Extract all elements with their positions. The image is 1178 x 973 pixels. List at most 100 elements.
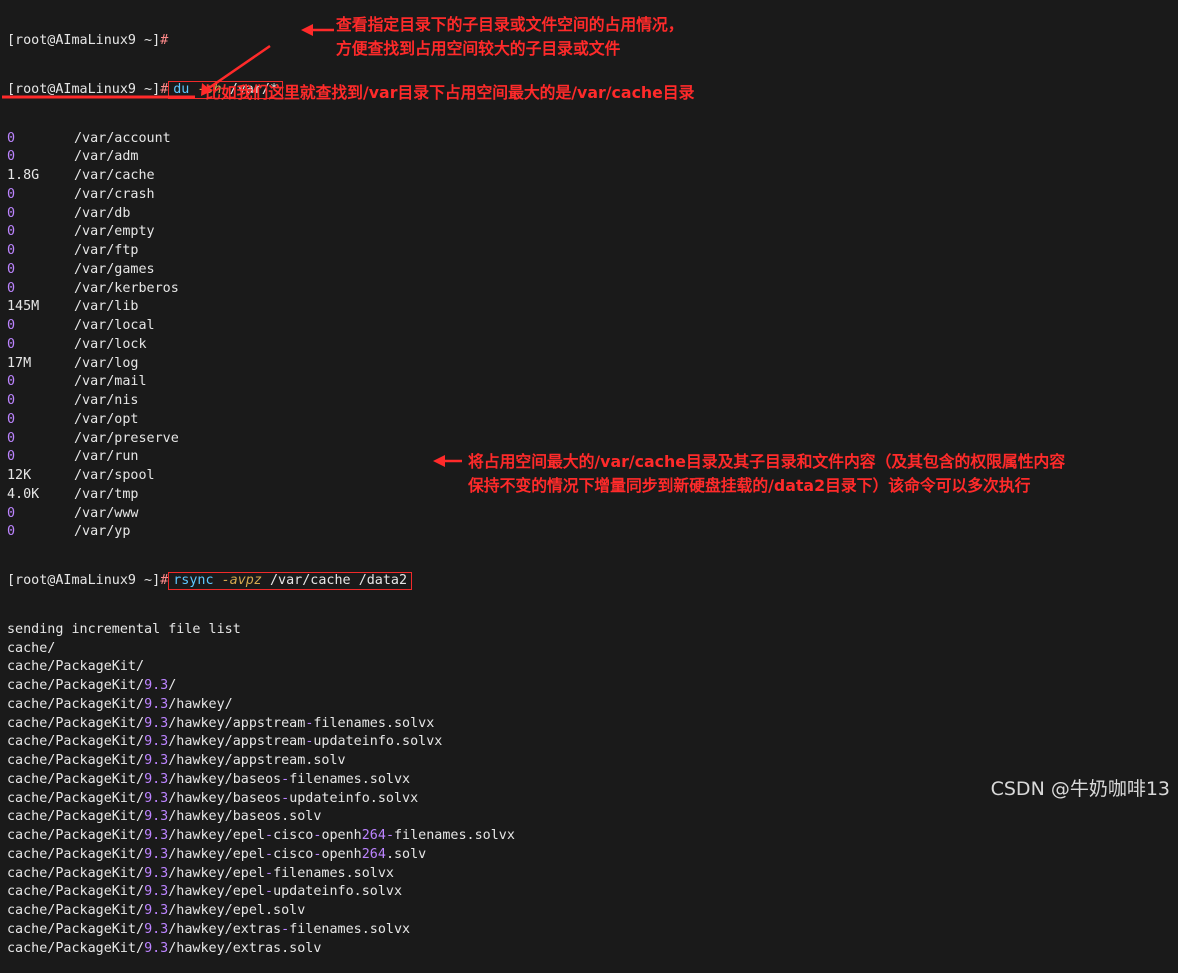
du-command-arg: /var/* — [229, 81, 279, 97]
du-size: 145M — [7, 299, 40, 315]
du-output-row: 0/var/ftp — [7, 242, 1178, 261]
du-output: 0/var/account 0/var/adm 1.8G/var/cache 0/va… — [7, 130, 1178, 543]
du-size: 0 — [7, 524, 16, 540]
du-output-row: 0/var/run — [7, 448, 1178, 467]
du-size: 4.0K — [7, 486, 40, 502]
rsync-output-line: cache/PackageKit/9.3/hawkey/extras-filen… — [7, 921, 411, 937]
du-size: 0 — [7, 205, 16, 221]
du-output-row: 0/var/account — [7, 130, 1178, 149]
du-path: /var/lib — [74, 299, 139, 315]
rsync-output-line: cache/PackageKit/9.3/hawkey/epel-cisco-o… — [7, 846, 427, 862]
rsync-output-line: cache/ — [7, 640, 56, 656]
du-size: 1.8G — [7, 168, 40, 183]
du-command-flag: -sh — [197, 81, 222, 97]
du-output-row: 0/var/mail — [7, 373, 1178, 392]
du-output-row: 0/var/yp — [7, 523, 1178, 542]
du-path: /var/adm — [74, 149, 139, 165]
rsync-dest-arg: /data2 — [358, 573, 408, 588]
du-size: 0 — [7, 280, 16, 296]
shell-prompt: [root@AImaLinux9 ~] — [7, 81, 161, 97]
du-path: /var/opt — [74, 411, 139, 427]
rsync-output-line: sending incremental file list — [7, 621, 241, 637]
du-size: 0 — [7, 224, 16, 240]
terminal-window[interactable]: [root@AImaLinux9 ~]# [root@AImaLinux9 ~]… — [0, 0, 1178, 956]
du-output-row: 12K/var/spool — [7, 467, 1178, 486]
du-size: 0 — [7, 374, 16, 390]
rsync-output-line: cache/PackageKit/9.3/hawkey/epel-cisco-o… — [7, 828, 515, 843]
du-path: /var/crash — [74, 186, 155, 202]
du-command-name: du — [173, 81, 190, 97]
du-size: 17M — [7, 355, 32, 371]
shell-prompt: [root@AImaLinux9 ~] — [7, 33, 161, 48]
du-path: /var/games — [74, 261, 155, 277]
rsync-output-line: cache/PackageKit/9.3/hawkey/appstream.so… — [7, 753, 346, 768]
shell-prompt: [root@AImaLinux9 ~] — [7, 573, 161, 588]
prompt-hash: # — [160, 573, 169, 588]
du-size: 0 — [7, 130, 16, 146]
du-path: /var/account — [74, 130, 171, 146]
rsync-output-line: cache/PackageKit/9.3/hawkey/ — [7, 696, 233, 712]
du-path: /var/yp — [74, 524, 131, 540]
du-size: 0 — [7, 318, 16, 333]
prompt-hash: # — [160, 33, 169, 48]
du-path: /var/mail — [74, 374, 147, 390]
du-output-row: 1.8G/var/cache — [7, 167, 1178, 186]
du-path: /var/tmp — [74, 486, 139, 502]
du-path: /var/nis — [74, 393, 139, 408]
du-path: /var/lock — [74, 336, 147, 352]
du-path: /var/local — [74, 318, 155, 333]
prompt-hash: # — [160, 81, 169, 97]
du-size: 0 — [7, 393, 16, 408]
du-path: /var/preserve — [74, 430, 179, 446]
du-output-row: 0/var/www — [7, 505, 1178, 524]
csdn-watermark: CSDN @牛奶咖啡13 — [990, 778, 1170, 800]
du-output-row: 0/var/db — [7, 205, 1178, 224]
du-path: /var/run — [74, 449, 139, 465]
rsync-output-line: cache/PackageKit/9.3/hawkey/appstream-fi… — [7, 715, 435, 731]
du-output-row: 0/var/local — [7, 317, 1178, 336]
du-output-row: 0/var/kerberos — [7, 280, 1178, 299]
rsync-output-line: cache/PackageKit/9.3/hawkey/epel-filenam… — [7, 865, 394, 881]
du-command-highlight: du -sh /var/* — [168, 80, 284, 99]
du-path: /var/log — [74, 355, 139, 371]
rsync-command-flag: -avpz — [221, 573, 262, 588]
du-size: 0 — [7, 336, 16, 352]
rsync-output-line: cache/PackageKit/ — [7, 659, 145, 675]
du-size: 0 — [7, 505, 16, 521]
prompt-line-du: [root@AImaLinux9 ~]# du -sh /var/* — [7, 80, 1178, 100]
du-path: /var/spool — [74, 468, 155, 483]
du-size: 0 — [7, 149, 16, 165]
rsync-output-line: cache/PackageKit/9.3/hawkey/epel-updatei… — [7, 884, 403, 900]
du-output-row: 0/var/opt — [7, 411, 1178, 430]
du-size: 0 — [7, 243, 16, 258]
du-size: 0 — [7, 186, 16, 202]
du-path: /var/ftp — [74, 243, 139, 258]
rsync-output-line: cache/PackageKit/9.3/hawkey/appstream-up… — [7, 734, 443, 750]
rsync-output-line: cache/PackageKit/9.3/hawkey/baseos.solv — [7, 809, 322, 825]
rsync-command-highlight: rsync -avpz /var/cache /data2 — [168, 572, 413, 590]
prompt-line-empty: [root@AImaLinux9 ~]# — [7, 32, 1178, 51]
du-output-row: 0/var/nis — [7, 392, 1178, 411]
rsync-source-arg: /var/cache — [270, 573, 351, 588]
du-output-row: 0/var/games — [7, 261, 1178, 280]
du-path: /var/kerberos — [74, 280, 179, 296]
rsync-output-line: cache/PackageKit/9.3/hawkey/extras.solv — [7, 940, 322, 956]
du-output-row: 0/var/preserve — [7, 430, 1178, 449]
rsync-output-line: cache/PackageKit/9.3/ — [7, 678, 177, 693]
du-path: /var/empty — [74, 224, 155, 240]
du-output-row: 145M/var/lib — [7, 298, 1178, 317]
du-size: 0 — [7, 411, 16, 427]
rsync-output-line: cache/PackageKit/9.3/hawkey/epel.solv — [7, 903, 306, 918]
du-size: 12K — [7, 468, 32, 483]
du-output-row: 17M/var/log — [7, 355, 1178, 374]
du-output-row: 0/var/lock — [7, 336, 1178, 355]
du-output-row: 0/var/adm — [7, 148, 1178, 167]
du-output-row: 4.0K/var/tmp — [7, 486, 1178, 505]
du-path: /var/cache — [74, 168, 155, 183]
rsync-command-name: rsync — [173, 573, 214, 588]
du-output-row: 0/var/empty — [7, 223, 1178, 242]
du-size: 0 — [7, 430, 16, 446]
du-output-row: 0/var/crash — [7, 186, 1178, 205]
du-path: /var/www — [74, 505, 139, 521]
du-size: 0 — [7, 261, 16, 277]
